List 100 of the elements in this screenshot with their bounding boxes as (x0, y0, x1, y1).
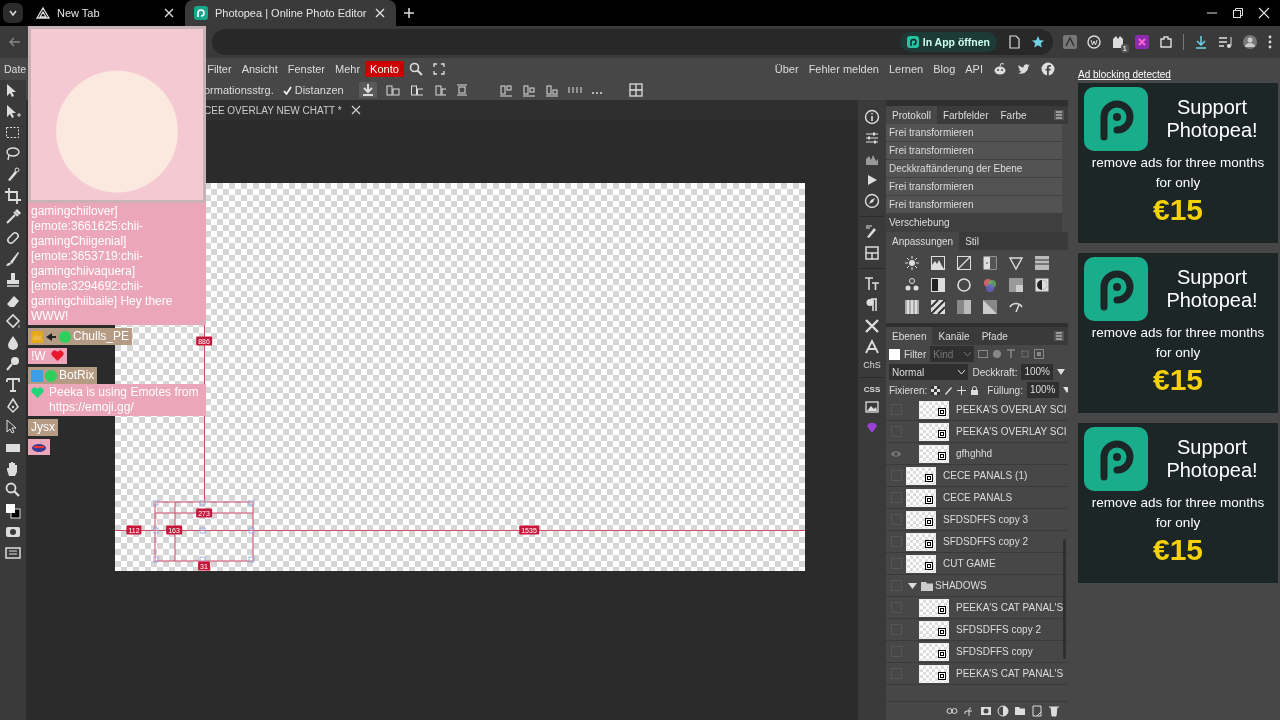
stamp-icon[interactable] (4, 271, 22, 289)
move-tool-icon[interactable] (4, 103, 22, 121)
browser-tab[interactable]: Photopea | Online Photo Editor (185, 0, 397, 26)
menu-link[interactable]: Blog (928, 61, 961, 77)
restore-icon[interactable] (1232, 7, 1244, 19)
panel-menu-button[interactable] (1054, 331, 1064, 341)
link-icon[interactable] (946, 705, 958, 717)
open-in-app-button[interactable]: In App öffnen (899, 32, 997, 52)
lasso-icon[interactable] (4, 145, 22, 163)
info-icon[interactable] (864, 109, 880, 125)
layer-row[interactable]: SFDSDFFS copy 3 (886, 509, 1068, 531)
glyph-icon[interactable] (864, 339, 880, 355)
avatar-icon[interactable] (1242, 34, 1258, 50)
balance-icon[interactable] (904, 277, 920, 293)
close-icon[interactable] (349, 104, 362, 116)
bucket-icon[interactable] (4, 313, 22, 331)
panel-tab[interactable]: Protokoll (886, 106, 937, 124)
overlapping-circles-icon[interactable] (982, 277, 998, 293)
opacity-field[interactable]: 100% (1021, 364, 1053, 380)
grid-icon[interactable] (628, 83, 643, 97)
layer-row[interactable]: PEEKA'S CAT PANAL'S (886, 663, 1068, 685)
triangle-icon[interactable] (1008, 255, 1024, 271)
half-square-icon[interactable] (930, 277, 946, 293)
distribute-icon[interactable] (521, 83, 536, 97)
lock-transparency-icon[interactable] (931, 385, 941, 395)
layout-icon[interactable] (864, 245, 880, 261)
adjustment-layer-icon[interactable] (997, 705, 1009, 717)
brush-icon[interactable] (4, 250, 22, 268)
disclosure-triangle-icon[interactable] (908, 581, 917, 590)
reddit-icon[interactable] (993, 62, 1007, 76)
lock-brush-icon[interactable] (944, 385, 954, 395)
image-icon[interactable] (864, 399, 880, 415)
close-icon[interactable] (162, 6, 176, 20)
triangle-down-icon[interactable] (1057, 369, 1065, 375)
panel-tab[interactable]: Stil (959, 232, 986, 250)
panel-menu-button[interactable] (1054, 110, 1064, 120)
gradient-square-icon[interactable] (1008, 277, 1024, 293)
dodge-icon[interactable] (4, 355, 22, 373)
account-button[interactable]: Konto (365, 61, 404, 77)
paragraph-icon[interactable] (864, 297, 880, 313)
color-swatches-icon[interactable] (4, 502, 22, 520)
character-icon[interactable] (864, 276, 880, 292)
layer-row[interactable]: PEEKA'S OVERLAY SCI (886, 421, 1068, 443)
pen-icon[interactable] (4, 397, 22, 415)
menu-item[interactable]: Date (1, 61, 27, 77)
menu-item[interactable]: Ansicht (236, 61, 283, 77)
tools-icon[interactable] (864, 318, 880, 334)
gradient-square-icon[interactable] (956, 299, 972, 315)
tab-list-button[interactable] (3, 3, 23, 23)
ad-card[interactable]: Support Photopea! remove ads for three months for only €15 (1078, 423, 1278, 583)
ad-blocking-link[interactable]: Ad blocking detected (1078, 69, 1171, 80)
compass-icon[interactable] (864, 193, 880, 209)
align-icon[interactable] (385, 83, 400, 97)
menu-link[interactable]: Fehler melden (803, 61, 884, 77)
browser-tab[interactable]: New Tab (27, 0, 185, 26)
ad-card[interactable]: Support Photopea! remove ads for three months for only €15 (1078, 83, 1278, 243)
eyedropper-icon[interactable] (4, 208, 22, 226)
twitter-icon[interactable] (1017, 62, 1031, 76)
ad-card[interactable]: Support Photopea! remove ads for three months for only €15 (1078, 253, 1278, 413)
diagonal-square-icon[interactable] (982, 299, 998, 315)
new-layer-icon[interactable] (1031, 705, 1043, 717)
sliders-icon[interactable] (864, 130, 880, 146)
fullscreen-icon[interactable] (432, 63, 445, 75)
distribute-icon[interactable] (544, 83, 559, 97)
screen-mode-icon[interactable] (4, 544, 22, 562)
folder-icon[interactable] (1014, 705, 1026, 717)
text-tool-icon[interactable] (4, 376, 22, 394)
back-icon[interactable] (8, 35, 22, 49)
menu-link[interactable]: Lernen (883, 61, 929, 77)
gradient-bars-icon[interactable] (904, 299, 920, 315)
trash-icon[interactable] (1048, 705, 1060, 717)
layer-row[interactable]: gfhghhd (886, 443, 1068, 465)
layer-row[interactable]: SFDSDFFS copy 2 (886, 531, 1068, 553)
adjustment-filter-icon[interactable] (992, 349, 1003, 359)
lock-icon[interactable] (970, 385, 980, 395)
panel-tab[interactable]: Kanäle (932, 327, 976, 345)
panel-tab[interactable]: Farbe (994, 106, 1033, 124)
menu-link[interactable]: API (960, 61, 988, 77)
layer-row[interactable]: PEEKA'S OVERLAY SCI (886, 399, 1068, 421)
panel-tab[interactable]: Pfade (975, 327, 1014, 345)
new-tab-icon[interactable] (402, 6, 417, 20)
download-icon[interactable] (1194, 35, 1208, 49)
image-filter-icon[interactable] (978, 349, 989, 359)
align-icon[interactable] (454, 83, 469, 97)
panel-tab[interactable]: Farbfelder (936, 106, 995, 124)
bandage-icon[interactable] (4, 229, 22, 247)
layer-row[interactable]: CECE PANALS (886, 487, 1068, 509)
zoom-icon[interactable] (4, 481, 22, 499)
history-item[interactable]: Frei transformieren (886, 196, 1062, 214)
half-circle-icon[interactable] (1034, 277, 1050, 293)
download-button[interactable] (358, 82, 377, 98)
layer-row[interactable]: SFDSDFFS copy (886, 641, 1068, 663)
menu-item[interactable]: Mehr (330, 61, 366, 77)
panel-tab[interactable]: Ebenen (886, 327, 933, 345)
circle-icon[interactable] (956, 277, 972, 293)
distances-checkbox[interactable]: Distanzen (282, 84, 344, 96)
menu-item[interactable]: Fenster (282, 61, 330, 77)
levels-icon[interactable] (930, 255, 946, 271)
document-icon[interactable] (1007, 35, 1021, 49)
effects-icon[interactable] (963, 705, 975, 717)
